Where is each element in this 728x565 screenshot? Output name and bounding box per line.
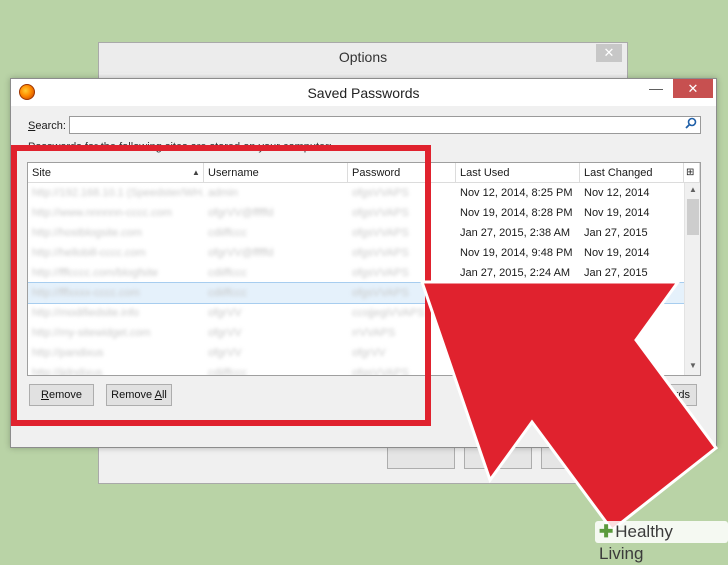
cell-last-changed: Jan 27, 2015 — [584, 227, 648, 239]
search-icon[interactable] — [683, 117, 699, 133]
cell-last-changed — [580, 363, 684, 375]
cell-last-changed: Nov 19, 2014 — [584, 287, 650, 299]
cell-last-used: Nov 19, 2014, 9:48 PM — [460, 247, 573, 259]
close-button[interactable]: ✕ — [673, 79, 713, 98]
dialog-titlebar: Saved Passwords — ✕ — [11, 79, 716, 106]
cell-last-changed — [580, 303, 684, 323]
cell-last-used — [456, 323, 580, 343]
vertical-scrollbar[interactable]: ▲ ▼ — [684, 183, 700, 375]
options-title: Options — [338, 49, 388, 65]
cell-last-used — [456, 303, 580, 323]
watermark-cross-icon: ✚ — [599, 522, 614, 541]
column-header-last-used[interactable]: Last Used — [456, 163, 580, 183]
column-picker-icon[interactable]: ⊞ — [684, 163, 700, 183]
options-titlebar: Options ✕ — [99, 43, 627, 73]
scroll-thumb[interactable] — [687, 199, 699, 235]
cell-last-changed: Nov 19, 2014 — [584, 207, 650, 219]
cell-last-changed: Jan 27, 2015 — [584, 267, 648, 279]
cell-last-used: Nov 12, 2014, 8:25 PM — [460, 187, 573, 199]
cell-last-used: Jan 27, 2015, 2:24 AM — [460, 267, 571, 279]
cell-last-changed: Nov 19, 2014 — [584, 247, 650, 259]
search-label-text: earch: — [35, 120, 66, 132]
watermark: ✚ Healthy Living — [595, 521, 728, 563]
cell-last-used: Nov 19, 2014, 8:28 PM — [460, 207, 573, 219]
dialog-title: Saved Passwords — [307, 85, 420, 101]
scroll-down-icon[interactable]: ▼ — [685, 359, 700, 373]
scroll-up-icon[interactable]: ▲ — [685, 183, 700, 197]
column-header-last-changed[interactable]: Last Changed — [580, 163, 684, 183]
search-input[interactable] — [69, 116, 701, 134]
cell-last-used: Nov 5 — [460, 367, 489, 376]
cell-last-changed: Nov 12, 2014 — [584, 187, 650, 199]
options-close-button[interactable]: ✕ — [596, 44, 622, 62]
cell-last-used: Jan 27, 2015, 2:38 AM — [460, 227, 571, 239]
minimize-button[interactable]: — — [641, 81, 671, 99]
cell-last-used: Nov 19, 2014 — [460, 287, 526, 299]
cell-last-changed — [580, 323, 684, 343]
options-cancel-button[interactable] — [464, 447, 532, 469]
magnifier-glyph — [685, 117, 697, 129]
options-help-button[interactable] — [541, 447, 609, 469]
cell-last-used: Nov — [460, 347, 480, 359]
cell-last-changed — [580, 343, 684, 363]
highlight-rectangle — [11, 145, 431, 426]
show-passwords-button[interactable]: rds — [621, 384, 697, 406]
options-ok-button[interactable] — [387, 447, 455, 469]
search-label: Search: — [28, 120, 66, 132]
